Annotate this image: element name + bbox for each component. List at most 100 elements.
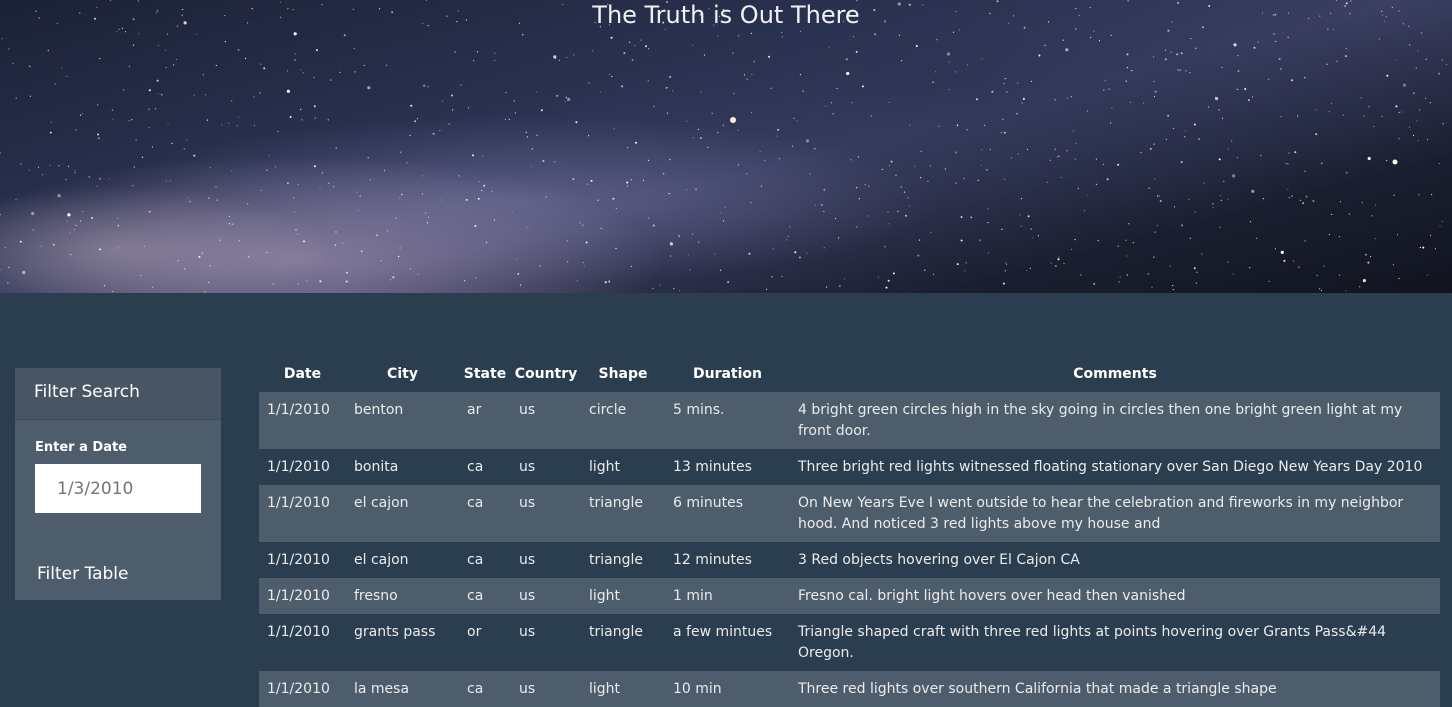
star: [1104, 80, 1106, 82]
star: [108, 178, 110, 180]
star: [208, 197, 210, 199]
star: [112, 118, 114, 120]
star: [1098, 40, 1101, 42]
date-label: Enter a Date: [35, 440, 127, 455]
star: [699, 137, 702, 139]
star: [630, 179, 632, 181]
star: [1320, 162, 1323, 165]
star: [260, 189, 262, 191]
star: [454, 51, 456, 53]
star: [669, 255, 672, 257]
star: [473, 60, 475, 62]
column-header-shape[interactable]: Shape: [581, 356, 665, 392]
star: [1086, 110, 1089, 112]
column-header-comments[interactable]: Comments: [790, 356, 1440, 392]
star: [88, 176, 90, 178]
star: [157, 44, 160, 47]
star: [228, 122, 230, 124]
star: [91, 217, 94, 219]
star: [772, 248, 774, 250]
star: [1117, 245, 1119, 247]
cell-shape: circle: [581, 392, 665, 449]
star: [410, 104, 413, 107]
star: [888, 223, 890, 225]
star: [1190, 37, 1192, 40]
star: [135, 139, 137, 141]
star: [1006, 264, 1008, 266]
star: [166, 33, 168, 35]
star: [1151, 286, 1153, 288]
star: [586, 183, 589, 185]
star: [505, 92, 507, 94]
star: [787, 235, 789, 237]
filter-table-button[interactable]: Filter Table: [37, 564, 128, 584]
star: [1147, 273, 1149, 275]
star: [956, 263, 959, 266]
star: [319, 280, 322, 283]
star: [205, 94, 207, 96]
column-header-city[interactable]: City: [346, 356, 459, 392]
star: [148, 89, 151, 92]
cell-city: grants pass: [346, 614, 459, 671]
star: [319, 186, 321, 188]
star: [634, 44, 636, 47]
column-header-state[interactable]: State: [459, 356, 511, 392]
star: [123, 89, 125, 91]
star: [809, 173, 811, 175]
star: [335, 231, 337, 233]
star: [1083, 209, 1086, 212]
date-input[interactable]: [35, 464, 201, 513]
column-header-country[interactable]: Country: [511, 356, 581, 392]
star: [4, 246, 6, 249]
star: [1386, 159, 1388, 162]
star: [793, 117, 795, 119]
star: [707, 146, 709, 148]
star: [1336, 60, 1338, 62]
star: [1029, 267, 1031, 269]
star: [54, 83, 56, 85]
star: [846, 71, 850, 76]
star: [692, 233, 694, 235]
cell-city: bonita: [346, 449, 459, 485]
star: [960, 239, 963, 242]
star: [517, 272, 520, 275]
star: [1280, 116, 1282, 118]
star: [1231, 140, 1233, 142]
star: [1247, 99, 1250, 102]
star: [294, 59, 296, 61]
column-header-date[interactable]: Date: [259, 356, 346, 392]
star: [1021, 102, 1023, 104]
star: [75, 224, 77, 226]
star: [611, 75, 613, 78]
star: [839, 285, 841, 287]
star: [327, 119, 329, 121]
star: [1392, 264, 1394, 266]
star: [1172, 284, 1174, 287]
star: [645, 45, 647, 48]
star: [69, 232, 71, 234]
star: [966, 129, 968, 131]
star: [781, 36, 783, 38]
star: [1212, 206, 1214, 208]
star: [286, 182, 289, 185]
star: [724, 206, 726, 208]
star: [1019, 214, 1021, 216]
column-header-duration[interactable]: Duration: [665, 356, 790, 392]
star: [1164, 49, 1167, 51]
star: [539, 265, 541, 267]
star: [566, 56, 568, 58]
star: [1180, 161, 1183, 164]
star: [1251, 96, 1254, 98]
star: [867, 215, 869, 217]
star: [1342, 114, 1344, 116]
cell-comments: Three bright red lights witnessed floati…: [790, 449, 1440, 485]
star: [526, 136, 528, 138]
star: [823, 210, 825, 213]
star: [65, 179, 67, 181]
star: [963, 177, 965, 180]
star: [1031, 237, 1033, 239]
star: [274, 166, 276, 168]
star: [40, 245, 42, 247]
star: [592, 50, 594, 52]
star: [1233, 43, 1237, 47]
